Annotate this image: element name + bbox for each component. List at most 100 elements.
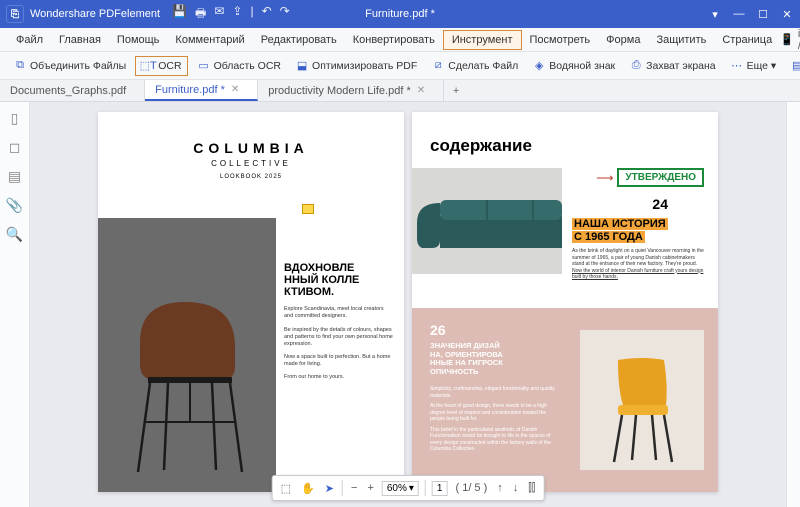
yellow-chair-illustration	[588, 350, 696, 470]
attachments-icon[interactable]: 📎	[6, 197, 23, 214]
page1-text: ВДОХНОВЛЕ ННЫЙ КОЛЛЕ КТИВОМ. Explore Sca…	[284, 262, 394, 387]
tb-area-ocr-label: Область OCR	[214, 60, 281, 72]
zoom-value: 60%	[387, 483, 407, 494]
minimize-button[interactable]: —	[732, 8, 746, 21]
tab-furniture[interactable]: Furniture.pdf *✕	[145, 80, 258, 101]
more-icon: ⋯	[730, 59, 744, 73]
zoom-in-button[interactable]: +	[365, 482, 375, 494]
close-window-button[interactable]: ✕	[780, 8, 794, 21]
tb-crop[interactable]: ⧄Сделать Файл	[426, 57, 523, 75]
document-title: Furniture.pdf *	[365, 8, 435, 20]
page-ref-26: 26	[430, 322, 446, 338]
chevron-down-icon: ▾	[409, 483, 414, 494]
tb-ocr[interactable]: ⬚TOCR	[135, 56, 187, 76]
right-sidebar	[786, 102, 800, 507]
zoom-out-button[interactable]: −	[349, 482, 359, 494]
batch-icon: ▤	[790, 59, 800, 73]
document-viewport[interactable]: COLUMBIA COLLECTIVE LOOKBOOK 2025	[30, 102, 786, 507]
lookbook-label: LOOKBOOK 2025	[98, 174, 404, 180]
next-page-button[interactable]: ↓	[511, 482, 521, 494]
ribbon-toolbar: ⧉Объединить Файлы ⬚TOCR ▭Область OCR ⬓Оп…	[0, 52, 800, 80]
print-icon[interactable]: 🖶	[195, 4, 206, 25]
mail-icon[interactable]: ✉	[214, 4, 224, 25]
menu-file[interactable]: Файл	[8, 31, 51, 49]
redo-icon[interactable]: ↷	[280, 4, 290, 25]
menu-form[interactable]: Форма	[598, 31, 648, 49]
tb-area-ocr[interactable]: ▭Область OCR	[192, 57, 286, 75]
brown-chair-illustration	[120, 272, 260, 482]
content-area: ▯ ◻ ▤ 📎 🔍 COLUMBIA COLLECTIVE LOOKBOOK 2…	[0, 102, 800, 507]
share-icon[interactable]: ⇪	[232, 4, 242, 25]
tab-label: productivity Modern Life.pdf *	[268, 85, 410, 97]
page-spread: COLUMBIA COLLECTIVE LOOKBOOK 2025	[98, 112, 718, 497]
teal-sofa-illustration	[412, 168, 562, 274]
tb-merge-label: Объединить Файлы	[30, 60, 126, 72]
page-1: COLUMBIA COLLECTIVE LOOKBOOK 2025	[98, 112, 404, 492]
tb-watermark[interactable]: ◈Водяной знак	[527, 57, 620, 75]
search-icon[interactable]: 🔍	[6, 226, 23, 243]
page-2: содержание ⟶ УТВЕРЖДЕНО 24	[412, 112, 718, 492]
menu-help[interactable]: Помощь	[109, 31, 168, 49]
separator	[425, 480, 426, 496]
view-toolbar: ⬚ ✋ ➤ − + 60%▾ 1 ( 1/ 5 ) ↑ ↓ ⫿⫿	[272, 475, 545, 501]
menu-view[interactable]: Посмотреть	[522, 31, 599, 49]
tb-screenshot[interactable]: ⎙Захват экрана	[624, 57, 721, 75]
layers-icon[interactable]: ▤	[8, 168, 21, 185]
zoom-level[interactable]: 60%▾	[382, 481, 419, 496]
tb-optimize[interactable]: ⬓Оптимизировать PDF	[290, 57, 422, 75]
hand-tool-icon[interactable]: ✋	[299, 482, 317, 495]
bookmarks-icon[interactable]: ◻	[9, 139, 21, 156]
page1-heading: ВДОХНОВЛЕ ННЫЙ КОЛЛЕ КТИВОМ.	[284, 262, 394, 298]
history-underlined: Now the world of interior Danish furnitu…	[572, 268, 703, 281]
approved-stamp: УТВЕРЖДЕНО	[617, 168, 704, 187]
tab-close-icon[interactable]: ✕	[231, 84, 239, 95]
document-tab-bar: Documents_Graphs.pdf Furniture.pdf *✕ pr…	[0, 80, 800, 102]
window-controls: ▾ — ☐ ✕	[708, 8, 794, 21]
toc-title: содержание	[430, 136, 532, 156]
page-input-value: 1	[437, 483, 443, 494]
tab-close-icon[interactable]: ✕	[417, 85, 425, 96]
tb-merge[interactable]: ⧉Объединить Файлы	[8, 57, 131, 75]
menu-protect[interactable]: Защитить	[648, 31, 714, 49]
menu-edit[interactable]: Редактировать	[253, 31, 345, 49]
menu-page[interactable]: Страница	[714, 31, 780, 49]
history-text: As the brink of daylight on a quiet Vanc…	[572, 248, 708, 281]
tab-productivity[interactable]: productivity Modern Life.pdf * ✕	[258, 80, 444, 101]
tab-documents-graphs[interactable]: Documents_Graphs.pdf	[0, 80, 145, 101]
undo-icon[interactable]: ↶	[262, 4, 272, 25]
menu-convert[interactable]: Конвертировать	[345, 31, 443, 49]
menu-comment[interactable]: Комментарий	[167, 31, 252, 49]
history-h1: НАША ИСТОРИЯ	[572, 218, 668, 230]
save-icon[interactable]: 💾	[172, 4, 187, 25]
app-name: Wondershare PDFelement	[30, 8, 160, 20]
chair-image	[98, 218, 276, 492]
page-input[interactable]: 1	[432, 481, 448, 496]
select-tool-icon[interactable]: ➤	[323, 482, 336, 495]
phone-icon: 📱	[780, 33, 794, 46]
tab-add-button[interactable]: +	[444, 80, 468, 101]
tb-batch[interactable]: ▤Пакетный Процесс	[785, 57, 800, 75]
menu-device[interactable]: 📱 iPhone / iPad	[780, 28, 800, 52]
tb-screenshot-label: Захват экрана	[646, 60, 716, 72]
history-heading: НАША ИСТОРИЯ С 1965 ГОДА	[572, 218, 668, 243]
menu-tool[interactable]: Инструмент	[443, 30, 522, 50]
values-text: Simplicity, craftmanship, elegant functi…	[430, 386, 562, 457]
tb-more[interactable]: ⋯Еще ▾	[725, 57, 782, 75]
thumbnails-icon[interactable]: ▯	[11, 110, 19, 127]
brand-title: COLUMBIA	[98, 140, 404, 156]
tb-more-label: Еще ▾	[747, 60, 777, 72]
fit-width-icon[interactable]: ⬚	[279, 482, 293, 495]
page-layout-icon[interactable]: ⫿⫿	[526, 482, 537, 495]
merge-icon: ⧉	[13, 59, 27, 73]
values-p2: At the heart of good design, there needs…	[430, 403, 562, 423]
values-p3: This belief in the particularist aesthet…	[430, 427, 562, 453]
tb-optimize-label: Оптимизировать PDF	[312, 60, 417, 72]
prev-page-button[interactable]: ↑	[495, 482, 505, 494]
app-logo-icon: ⎘	[6, 5, 24, 23]
values-heading-text: ЗНАЧЕНИЯ ДИЗАЙ НА, ОРИЕНТИРОВА ННЫЕ НА Г…	[430, 341, 503, 376]
dropdown-icon[interactable]: ▾	[708, 8, 722, 21]
maximize-button[interactable]: ☐	[756, 8, 770, 21]
menu-home[interactable]: Главная	[51, 31, 109, 49]
separator	[342, 480, 343, 496]
sticky-note-icon[interactable]	[302, 204, 314, 214]
